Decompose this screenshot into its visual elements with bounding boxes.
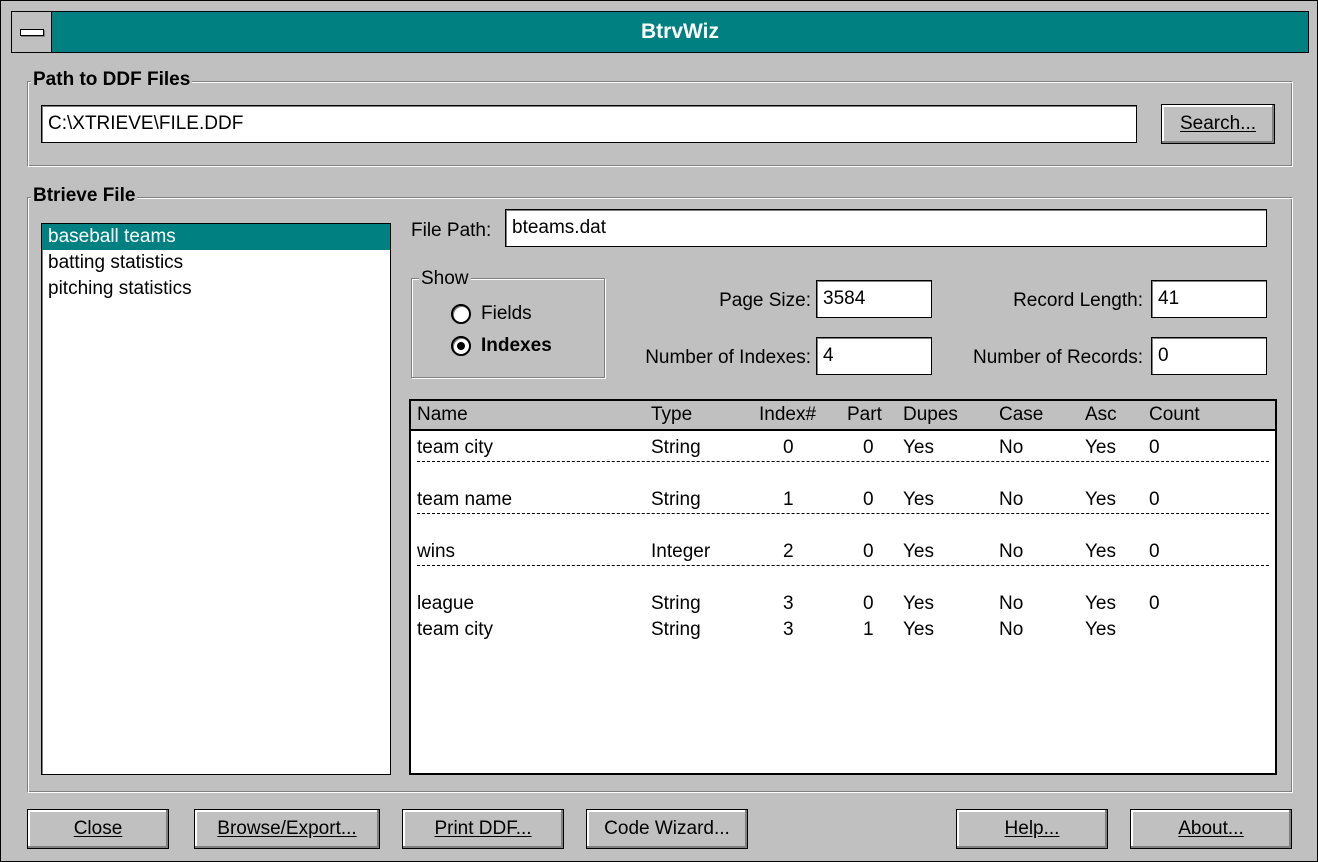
radio-fields-circle: [451, 304, 471, 324]
file-list-items: baseball teams batting statistics pitching…: [42, 224, 390, 302]
column-header: Dupes: [903, 404, 958, 425]
table-cell: String: [651, 593, 701, 614]
btrvwiz-window: BtrvWiz Path to DDF Files C:\XTRIEVE\FIL…: [0, 0, 1318, 862]
about-button[interactable]: About...: [1130, 809, 1292, 849]
column-header: Count: [1149, 404, 1200, 425]
btrieve-group-label: Btrieve File: [31, 185, 138, 207]
table-cell: 0: [863, 489, 874, 510]
record-length-label: Record Length:: [1013, 290, 1143, 311]
table-cell: 0: [863, 541, 874, 562]
table-cell: team city: [417, 437, 494, 458]
table-cell: 2: [783, 541, 794, 562]
table-cell: 0: [1149, 489, 1160, 510]
table-cell: 3: [783, 619, 794, 640]
row-separator: [417, 461, 1269, 462]
table-cell: 0: [1149, 593, 1160, 614]
page-size-label: Page Size:: [719, 290, 811, 311]
table-cell: wins: [417, 541, 456, 562]
radio-indexes-circle: [451, 336, 471, 356]
browse-export-button[interactable]: Browse/Export...: [194, 809, 380, 849]
ddf-path-input[interactable]: C:\XTRIEVE\FILE.DDF: [41, 105, 1137, 143]
column-header: Part: [847, 404, 882, 425]
radio-indexes[interactable]: Indexes: [451, 335, 552, 357]
show-group-label: Show: [419, 267, 471, 291]
table-cell: 0: [863, 437, 874, 458]
table-cell: Yes: [903, 437, 934, 458]
table-cell: 0: [1149, 437, 1160, 458]
system-menu-icon: [20, 29, 44, 36]
column-header: Case: [999, 404, 1044, 425]
table-cell: 3: [783, 593, 794, 614]
radio-indexes-label: Indexes: [481, 335, 552, 356]
code-wizard-button-label: Code Wizard...: [604, 818, 730, 839]
file-list-item[interactable]: baseball teams: [42, 224, 390, 250]
file-list-item[interactable]: batting statistics: [42, 250, 390, 276]
table-cell: 0: [1149, 541, 1160, 562]
table-cell: No: [999, 437, 1024, 458]
page-size-field[interactable]: 3584: [816, 280, 932, 318]
table-cell: Yes: [1085, 593, 1116, 614]
number-of-indexes-field[interactable]: 4: [816, 337, 932, 375]
help-button-label: Help...: [1004, 818, 1060, 839]
table-cell: No: [999, 619, 1024, 640]
table-cell: 1: [783, 489, 794, 510]
window-title: BtrvWiz: [641, 20, 719, 43]
table-cell: Yes: [903, 489, 934, 510]
table-cell: String: [651, 489, 701, 510]
column-header: Index#: [759, 404, 817, 425]
about-button-label: About...: [1178, 818, 1244, 839]
close-button-label: Close: [73, 818, 123, 839]
search-button-label: Search...: [1179, 113, 1257, 134]
search-button[interactable]: Search...: [1161, 104, 1275, 144]
close-button[interactable]: Close: [27, 809, 169, 849]
table-cell: team name: [417, 489, 513, 510]
table-cell: 0: [863, 593, 874, 614]
system-menu-button[interactable]: [12, 12, 52, 52]
table-cell: Yes: [1085, 541, 1116, 562]
row-separator: [417, 565, 1269, 566]
number-of-indexes-label: Number of Indexes:: [645, 347, 811, 368]
table-cell: Yes: [1085, 619, 1116, 640]
code-wizard-button[interactable]: Code Wizard...: [586, 809, 748, 849]
table-cell: No: [999, 541, 1024, 562]
table-cell: Yes: [903, 619, 934, 640]
record-length-field[interactable]: 41: [1151, 280, 1267, 318]
file-list-item[interactable]: pitching statistics: [42, 276, 390, 302]
table-cell: String: [651, 437, 701, 458]
table-cell: Yes: [1085, 489, 1116, 510]
column-header: Type: [651, 404, 693, 425]
table-cell: No: [999, 489, 1024, 510]
path-group-label: Path to DDF Files: [31, 69, 193, 91]
index-table-header: Name Type Index# Part Dupes Case Asc Count: [411, 401, 1275, 431]
show-group: [411, 278, 605, 378]
table-cell: team city: [417, 619, 494, 640]
btrieve-file-list[interactable]: baseball teams batting statistics pitching…: [41, 223, 391, 775]
browse-export-button-label: Browse/Export...: [217, 818, 357, 839]
column-header: Asc: [1085, 404, 1117, 425]
table-cell: Yes: [1085, 437, 1116, 458]
print-ddf-button[interactable]: Print DDF...: [402, 809, 564, 849]
table-cell: Integer: [651, 541, 711, 562]
table-cell: 0: [783, 437, 794, 458]
table-cell: No: [999, 593, 1024, 614]
number-of-records-label: Number of Records:: [972, 347, 1143, 368]
file-path-label: File Path:: [411, 220, 492, 241]
help-button[interactable]: Help...: [956, 809, 1108, 849]
radio-fields[interactable]: Fields: [451, 303, 532, 325]
title-bar[interactable]: BtrvWiz: [11, 11, 1309, 53]
number-of-records-field[interactable]: 0: [1151, 337, 1267, 375]
column-header: Name: [417, 404, 468, 425]
print-ddf-button-label: Print DDF...: [434, 818, 532, 839]
row-separator: [417, 513, 1269, 514]
radio-fields-label: Fields: [481, 303, 532, 324]
table-cell: league: [417, 593, 475, 614]
table-cell: 1: [863, 619, 874, 640]
table-cell: Yes: [903, 593, 934, 614]
index-table[interactable]: Name Type Index# Part Dupes Case Asc Count team…: [409, 399, 1277, 775]
table-cell: String: [651, 619, 701, 640]
table-cell: Yes: [903, 541, 934, 562]
file-path-input[interactable]: bteams.dat: [505, 209, 1267, 247]
